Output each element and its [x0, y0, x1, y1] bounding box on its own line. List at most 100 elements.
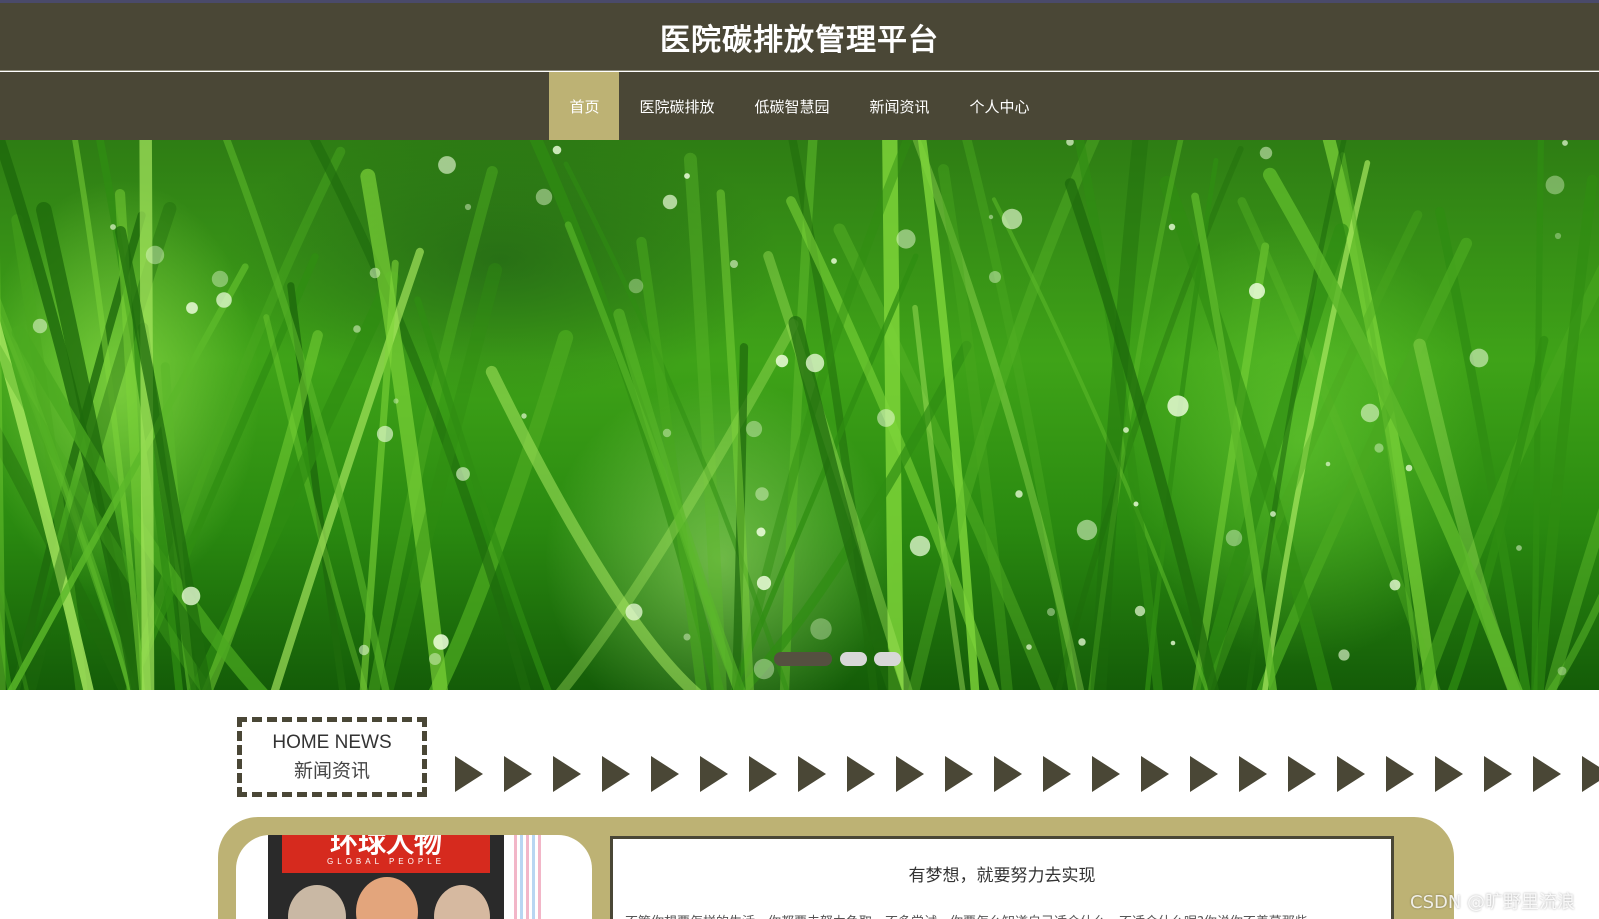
- grass-blade: [1195, 223, 1349, 690]
- news-image-frame[interactable]: 环球人物 GLOBAL PEOPLE: [236, 835, 592, 919]
- play-triangle-icon: [749, 756, 777, 792]
- news-label-en: HOME NEWS: [272, 731, 392, 753]
- dew-drop: [552, 145, 562, 155]
- dew-drop: [369, 267, 381, 279]
- dew-drop: [1374, 443, 1384, 453]
- arrow-divider: [455, 752, 1599, 796]
- carousel-dot-1[interactable]: [774, 652, 832, 666]
- dew-drop: [464, 203, 472, 211]
- dew-drop: [1249, 283, 1265, 299]
- dew-drop: [831, 258, 837, 264]
- news-headline[interactable]: 有梦想，就要努力去实现: [613, 861, 1391, 886]
- dew-drop: [683, 633, 691, 641]
- grass-blade: [139, 140, 155, 690]
- dew-drop: [1076, 519, 1098, 541]
- cover-face-left: [288, 885, 346, 919]
- dew-drop: [1389, 579, 1401, 591]
- nav-item-news[interactable]: 新闻资讯: [850, 72, 950, 140]
- dew-drop: [376, 425, 394, 443]
- news-section-label: HOME NEWS 新闻资讯: [237, 717, 427, 797]
- dew-drop: [32, 318, 48, 334]
- main-navbar: 首页 医院碳排放 低碳智慧园 新闻资讯 个人中心: [0, 72, 1599, 140]
- dew-drop: [684, 173, 690, 179]
- dew-drop: [110, 224, 116, 230]
- play-triangle-icon: [1190, 756, 1218, 792]
- dew-drop: [433, 634, 449, 650]
- news-thumbnail-image[interactable]: 环球人物 GLOBAL PEOPLE: [268, 835, 504, 919]
- play-triangle-icon: [1141, 756, 1169, 792]
- play-triangle-icon: [994, 756, 1022, 792]
- grass-illustration: [0, 140, 1599, 690]
- news-excerpt: 不管你想要怎样的生活，你都要去努力争取，不多尝试，你要怎么知道自己适合什么，不适…: [625, 911, 1385, 919]
- nav-menu: 首页 医院碳排放 低碳智慧园 新闻资讯 个人中心: [549, 72, 1049, 140]
- play-triangle-icon: [1484, 756, 1512, 792]
- dew-drop: [181, 586, 201, 606]
- cover-face-center: [356, 877, 418, 919]
- play-triangle-icon: [1043, 756, 1071, 792]
- dew-drop: [625, 603, 643, 621]
- carousel-dot-2[interactable]: [840, 652, 867, 666]
- nav-item-personal-center[interactable]: 个人中心: [950, 72, 1050, 140]
- site-title: 医院碳排放管理平台: [660, 22, 939, 58]
- dew-drop: [1545, 175, 1565, 195]
- cover-stripes: [514, 835, 544, 919]
- magazine-subtitle: GLOBAL PEOPLE: [327, 857, 445, 866]
- play-triangle-icon-row: [455, 756, 1599, 792]
- play-triangle-icon: [504, 756, 532, 792]
- dew-drop: [810, 618, 832, 640]
- dew-drop: [909, 535, 931, 557]
- play-triangle-icon: [847, 756, 875, 792]
- dew-drop: [1015, 490, 1023, 498]
- dew-drop: [1001, 208, 1023, 230]
- watermark: CSDN @旷野里流浪: [1410, 892, 1576, 913]
- nav-item-low-carbon-park[interactable]: 低碳智慧园: [734, 72, 849, 140]
- dew-drop: [1026, 644, 1032, 650]
- dew-drop: [1516, 545, 1522, 551]
- dew-drop: [353, 325, 361, 333]
- dew-drop: [1168, 223, 1176, 231]
- dew-drop: [1225, 529, 1243, 547]
- dew-drop: [1123, 427, 1129, 433]
- magazine-masthead: 环球人物 GLOBAL PEOPLE: [282, 835, 490, 873]
- play-triangle-icon: [945, 756, 973, 792]
- dew-drop: [1167, 395, 1189, 417]
- play-triangle-icon: [1092, 756, 1120, 792]
- dew-drop: [805, 353, 825, 373]
- play-triangle-icon: [1288, 756, 1316, 792]
- play-triangle-icon: [602, 756, 630, 792]
- dew-drop: [877, 409, 895, 427]
- play-triangle-icon: [1239, 756, 1267, 792]
- hero-banner-image[interactable]: [0, 140, 1599, 690]
- play-triangle-icon: [1582, 756, 1599, 792]
- dew-drop: [535, 188, 553, 206]
- dew-drop: [988, 214, 994, 220]
- news-text-box[interactable]: 有梦想，就要努力去实现 不管你想要怎样的生活，你都要去努力争取，不多尝试，你要怎…: [610, 836, 1394, 919]
- grass-blade: [1533, 174, 1598, 690]
- nav-item-hospital-carbon[interactable]: 医院碳排放: [619, 72, 734, 140]
- dew-drop: [1133, 501, 1139, 507]
- dew-drop: [755, 487, 769, 501]
- dew-drop: [456, 467, 470, 481]
- play-triangle-icon: [651, 756, 679, 792]
- play-triangle-icon: [455, 756, 483, 792]
- site-header: 医院碳排放管理平台: [0, 3, 1599, 71]
- play-triangle-icon: [1386, 756, 1414, 792]
- dew-drop: [896, 229, 916, 249]
- dew-drop: [145, 245, 165, 265]
- carousel-indicators: [0, 652, 1599, 668]
- nav-item-home[interactable]: 首页: [549, 72, 620, 140]
- dew-drop: [756, 527, 766, 537]
- dew-drop: [628, 278, 644, 294]
- dew-drop: [393, 398, 399, 404]
- play-triangle-icon: [1435, 756, 1463, 792]
- play-triangle-icon: [553, 756, 581, 792]
- dew-drop: [438, 156, 456, 174]
- dew-drop: [1562, 140, 1568, 146]
- carousel-dot-3[interactable]: [874, 652, 901, 666]
- magazine-title: 环球人物: [329, 835, 442, 859]
- dew-drop: [1259, 146, 1273, 160]
- dew-drop: [521, 413, 527, 419]
- dew-drop: [1047, 608, 1055, 616]
- dew-drop: [1066, 140, 1074, 146]
- dew-drop: [989, 271, 1001, 283]
